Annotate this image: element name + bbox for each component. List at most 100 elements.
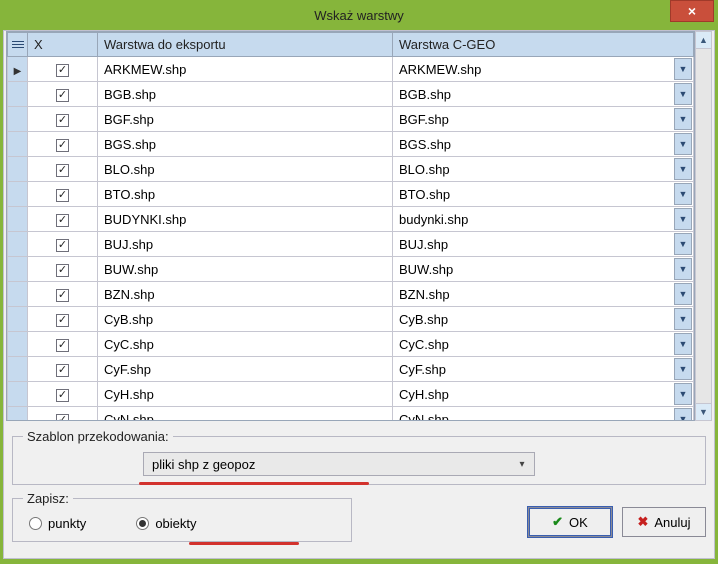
chevron-down-icon[interactable]: ▼ xyxy=(674,133,692,155)
chevron-down-icon[interactable]: ▼ xyxy=(674,58,692,80)
row-checkbox[interactable]: ✓ xyxy=(56,189,69,202)
header-x[interactable]: X xyxy=(28,33,98,57)
header-cgeo[interactable]: Warstwa C-GEO xyxy=(393,33,694,57)
template-combobox[interactable]: pliki shp z geopoz ▾ xyxy=(143,452,535,476)
table-row[interactable]: ✓BGS.shpBGS.shp▼ xyxy=(8,132,694,157)
row-cgeo-cell[interactable]: CyH.shp▼ xyxy=(393,382,694,407)
row-checkbox-cell: ✓ xyxy=(28,257,98,282)
row-indicator-cell xyxy=(8,307,28,332)
row-checkbox[interactable]: ✓ xyxy=(56,214,69,227)
row-cgeo-cell[interactable]: BGB.shp▼ xyxy=(393,82,694,107)
row-checkbox[interactable]: ✓ xyxy=(56,289,69,302)
chevron-down-icon[interactable]: ▼ xyxy=(674,308,692,330)
row-export-cell: CyF.shp xyxy=(98,357,393,382)
row-cgeo-cell[interactable]: BZN.shp▼ xyxy=(393,282,694,307)
row-cgeo-cell[interactable]: CyB.shp▼ xyxy=(393,307,694,332)
row-cgeo-cell[interactable]: BTO.shp▼ xyxy=(393,182,694,207)
row-checkbox[interactable]: ✓ xyxy=(56,339,69,352)
chevron-down-icon[interactable]: ▼ xyxy=(674,233,692,255)
row-cgeo-cell[interactable]: ARKMEW.shp▼ xyxy=(393,57,694,82)
row-checkbox[interactable]: ✓ xyxy=(56,239,69,252)
row-checkbox[interactable]: ✓ xyxy=(56,314,69,327)
chevron-down-icon[interactable]: ▼ xyxy=(674,108,692,130)
chevron-down-icon[interactable]: ▼ xyxy=(674,283,692,305)
header-export[interactable]: Warstwa do eksportu xyxy=(98,33,393,57)
row-cgeo-cell[interactable]: BGS.shp▼ xyxy=(393,132,694,157)
row-checkbox[interactable]: ✓ xyxy=(56,364,69,377)
row-checkbox-cell: ✓ xyxy=(28,57,98,82)
row-indicator-cell xyxy=(8,107,28,132)
chevron-down-icon[interactable]: ▼ xyxy=(674,183,692,205)
row-checkbox-cell: ✓ xyxy=(28,207,98,232)
window-title: Wskaż warstwy xyxy=(314,8,404,23)
scroll-down-button[interactable]: ▼ xyxy=(696,403,711,420)
row-checkbox[interactable]: ✓ xyxy=(56,414,69,421)
row-cgeo-cell[interactable]: CyF.shp ▼ xyxy=(393,357,694,382)
save-legend: Zapisz: xyxy=(23,491,73,506)
vertical-scrollbar[interactable]: ▲ ▼ xyxy=(695,31,712,421)
table-row[interactable]: ▶✓ARKMEW.shpARKMEW.shp▼ xyxy=(8,57,694,82)
row-checkbox[interactable]: ✓ xyxy=(56,264,69,277)
radio-points[interactable]: punkty xyxy=(29,516,86,531)
chevron-down-icon[interactable]: ▼ xyxy=(674,333,692,355)
chevron-down-icon[interactable]: ▼ xyxy=(674,208,692,230)
close-button[interactable]: × xyxy=(670,0,714,22)
row-export-cell: BGF.shp xyxy=(98,107,393,132)
table-viewport: X Warstwa do eksportu Warstwa C-GEO ▶✓AR… xyxy=(6,31,695,421)
row-cgeo-cell[interactable]: BUW.shp▼ xyxy=(393,257,694,282)
ok-button[interactable]: ✔ OK xyxy=(528,507,612,537)
row-checkbox[interactable]: ✓ xyxy=(56,89,69,102)
table-row[interactable]: ✓ BLO.shpBLO.shp ▼ xyxy=(8,157,694,182)
chevron-down-icon[interactable]: ▼ xyxy=(674,158,692,180)
dialog-content: X Warstwa do eksportu Warstwa C-GEO ▶✓AR… xyxy=(3,30,715,559)
chevron-down-icon[interactable]: ▼ xyxy=(674,408,692,421)
row-export-cell: BUJ.shp xyxy=(98,232,393,257)
cross-icon: ✖ xyxy=(637,514,648,530)
radio-objects-label: obiekty xyxy=(155,516,196,531)
row-checkbox[interactable]: ✓ xyxy=(56,389,69,402)
table-row[interactable]: ✓BZN.shpBZN.shp▼ xyxy=(8,282,694,307)
table-row[interactable]: ✓CyC.shpCyC.shp▼ xyxy=(8,332,694,357)
table-row[interactable]: ✓BUW.shpBUW.shp▼ xyxy=(8,257,694,282)
row-cgeo-cell[interactable]: BLO.shp ▼ xyxy=(393,157,694,182)
header-menu[interactable] xyxy=(8,33,28,57)
table-row[interactable]: ✓ BUJ.shpBUJ.shp▼ xyxy=(8,232,694,257)
annotation-underline xyxy=(189,542,299,545)
row-checkbox[interactable]: ✓ xyxy=(56,64,69,77)
row-indicator-cell xyxy=(8,407,28,422)
row-checkbox[interactable]: ✓ xyxy=(56,114,69,127)
row-cgeo-value: CyF.shp xyxy=(399,362,446,377)
table-row[interactable]: ✓CyB.shpCyB.shp▼ xyxy=(8,307,694,332)
row-checkbox-cell: ✓ xyxy=(28,307,98,332)
row-checkbox[interactable]: ✓ xyxy=(56,164,69,177)
table-row[interactable]: ✓BTO.shpBTO.shp▼ xyxy=(8,182,694,207)
row-checkbox-cell: ✓ xyxy=(28,332,98,357)
row-checkbox-cell: ✓ xyxy=(28,107,98,132)
scroll-track[interactable] xyxy=(696,49,711,403)
bottom-panel: Szablon przekodowania: pliki shp z geopo… xyxy=(12,429,706,550)
cancel-button[interactable]: ✖ Anuluj xyxy=(622,507,706,537)
chevron-down-icon[interactable]: ▼ xyxy=(674,258,692,280)
layers-table: X Warstwa do eksportu Warstwa C-GEO ▶✓AR… xyxy=(7,32,694,421)
table-row[interactable]: ✓ BGF.shpBGF.shp▼ xyxy=(8,107,694,132)
row-export-cell: CyH.shp xyxy=(98,382,393,407)
table-row[interactable]: ✓ CyF.shp CyF.shp ▼ xyxy=(8,357,694,382)
button-row: ✔ OK ✖ Anuluj xyxy=(360,491,706,537)
radio-objects[interactable]: obiekty xyxy=(136,516,196,531)
table-row[interactable]: ✓ CyH.shpCyH.shp▼ xyxy=(8,382,694,407)
table-row[interactable]: ✓BGB.shpBGB.shp▼ xyxy=(8,82,694,107)
row-cgeo-cell[interactable]: BUJ.shp▼ xyxy=(393,232,694,257)
chevron-down-icon[interactable]: ▼ xyxy=(674,83,692,105)
row-cgeo-cell[interactable]: BGF.shp▼ xyxy=(393,107,694,132)
row-cgeo-cell[interactable]: CyN.shp▼ xyxy=(393,407,694,422)
table-row[interactable]: ✓CyN.shpCyN.shp▼ xyxy=(8,407,694,422)
row-indicator-cell xyxy=(8,357,28,382)
row-checkbox[interactable]: ✓ xyxy=(56,139,69,152)
row-cgeo-cell[interactable]: CyC.shp▼ xyxy=(393,332,694,357)
chevron-down-icon[interactable]: ▼ xyxy=(674,383,692,405)
chevron-down-icon[interactable]: ▼ xyxy=(674,358,692,380)
table-row[interactable]: ✓BUDYNKI.shpbudynki.shp▼ xyxy=(8,207,694,232)
row-cgeo-value: BLO.shp xyxy=(399,162,450,177)
row-cgeo-cell[interactable]: budynki.shp▼ xyxy=(393,207,694,232)
scroll-up-button[interactable]: ▲ xyxy=(696,32,711,49)
